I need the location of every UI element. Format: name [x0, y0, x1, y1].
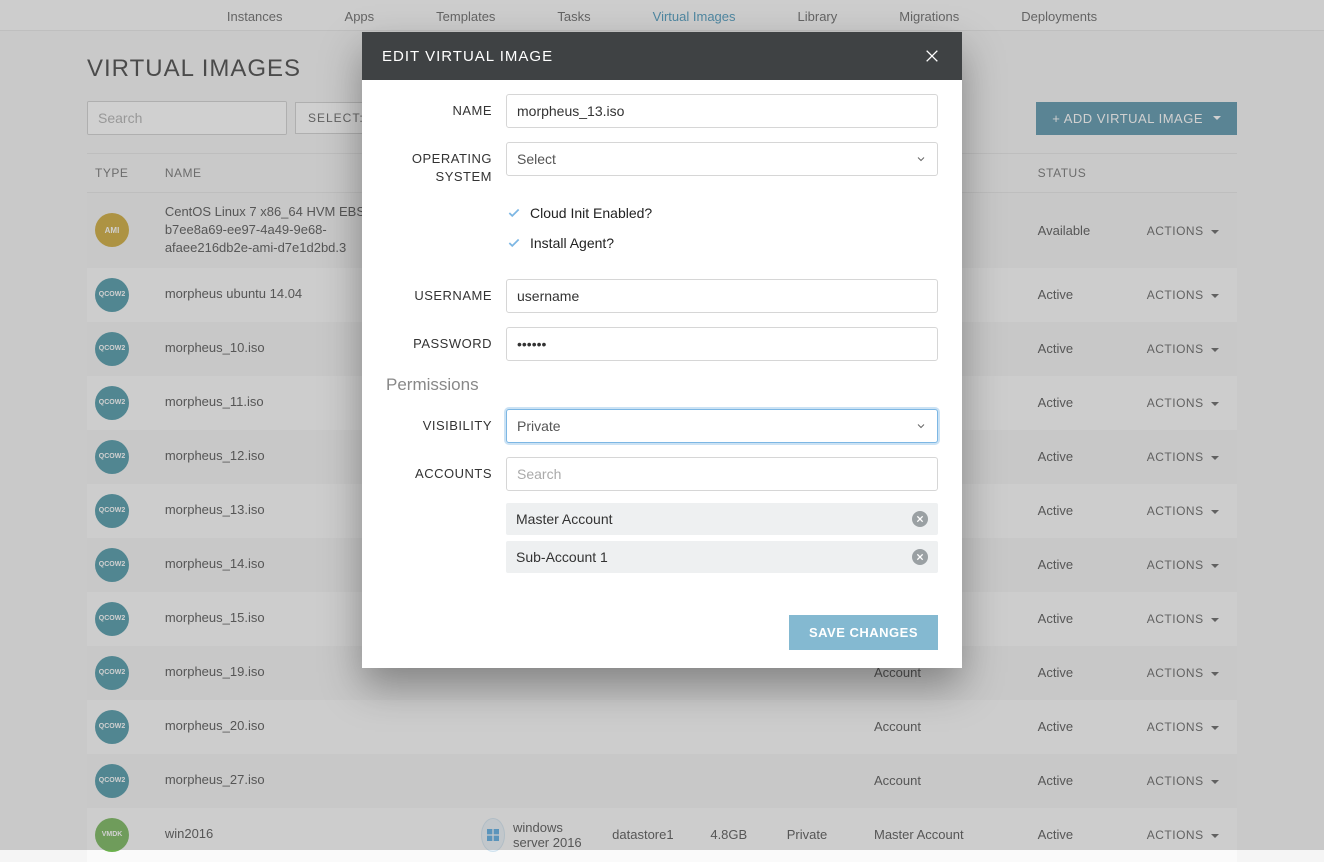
modal-close-button[interactable] [922, 46, 942, 66]
username-label: USERNAME [386, 279, 506, 305]
remove-chip-button[interactable] [912, 549, 928, 565]
install-agent-label: Install Agent? [530, 235, 614, 251]
chevron-down-icon [915, 420, 927, 432]
check-icon [506, 235, 522, 251]
modal-title: EDIT VIRTUAL IMAGE [382, 48, 553, 65]
cloud-init-checkbox[interactable]: Cloud Init Enabled? [506, 205, 938, 221]
visibility-select-value: Private [517, 418, 561, 434]
os-select-value: Select [517, 151, 556, 167]
permissions-heading: Permissions [386, 375, 938, 395]
close-icon [924, 48, 940, 64]
password-input[interactable] [506, 327, 938, 361]
close-icon [916, 515, 924, 523]
password-label: PASSWORD [386, 327, 506, 353]
cloud-init-label: Cloud Init Enabled? [530, 205, 652, 221]
accounts-search-input[interactable] [506, 457, 938, 491]
modal-header: EDIT VIRTUAL IMAGE [362, 32, 962, 80]
close-icon [916, 553, 924, 561]
accounts-label: ACCOUNTS [386, 457, 506, 483]
account-chip-label: Sub-Account 1 [516, 549, 608, 565]
save-changes-button[interactable]: SAVE CHANGES [789, 615, 938, 650]
check-icon [506, 205, 522, 221]
remove-chip-button[interactable] [912, 511, 928, 527]
account-chip: Master Account [506, 503, 938, 535]
visibility-label: VISIBILITY [386, 409, 506, 435]
name-label: NAME [386, 94, 506, 120]
modal-body: NAME OPERATING SYSTEM Select [362, 80, 962, 601]
os-label: OPERATING SYSTEM [386, 142, 506, 185]
visibility-select[interactable]: Private [506, 409, 938, 443]
account-chip: Sub-Account 1 [506, 541, 938, 573]
chevron-down-icon [915, 153, 927, 165]
username-input[interactable] [506, 279, 938, 313]
account-chip-label: Master Account [516, 511, 613, 527]
install-agent-checkbox[interactable]: Install Agent? [506, 235, 938, 251]
save-label: SAVE CHANGES [809, 625, 918, 640]
modal-footer: SAVE CHANGES [362, 601, 962, 668]
os-select[interactable]: Select [506, 142, 938, 176]
edit-virtual-image-modal: EDIT VIRTUAL IMAGE NAME OPERATING SYSTEM… [362, 32, 962, 668]
name-input[interactable] [506, 94, 938, 128]
